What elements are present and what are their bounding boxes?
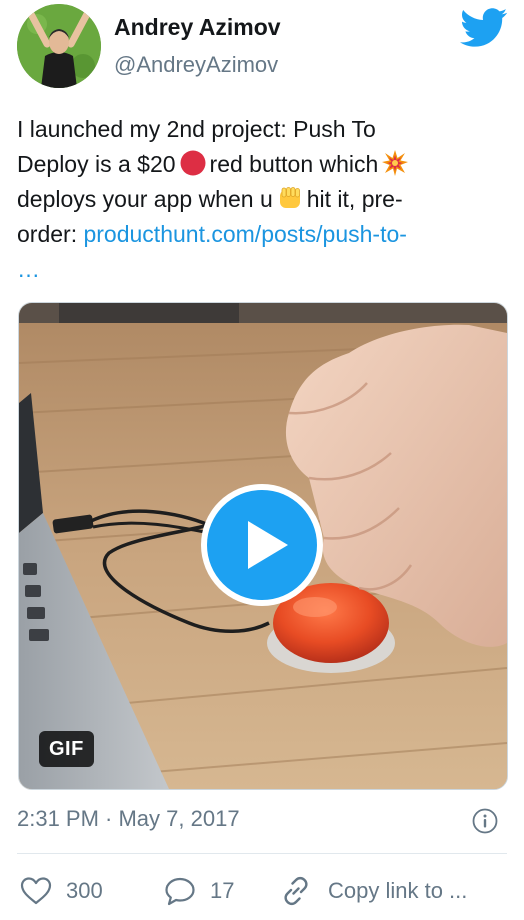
tweet-line: Deploy is a $20 red button which bbox=[17, 147, 509, 182]
info-icon[interactable] bbox=[472, 808, 498, 834]
like-button[interactable]: 300 bbox=[20, 873, 103, 909]
tweet-line-text: hit it, pre- bbox=[306, 186, 403, 212]
link-icon bbox=[284, 876, 308, 906]
avatar[interactable] bbox=[17, 4, 101, 88]
tweet-line-text: red button which bbox=[209, 151, 379, 177]
fist-emoji bbox=[279, 187, 300, 208]
red-circle-emoji bbox=[180, 150, 206, 176]
collision-emoji bbox=[382, 150, 409, 176]
tweet-line-text: Deploy is a $20 bbox=[17, 151, 176, 177]
tweet-text: I launched my 2nd project: Push To Deplo… bbox=[17, 112, 509, 287]
heart-icon bbox=[20, 877, 52, 905]
tweet-line: order: producthunt.com/posts/push-to- bbox=[17, 217, 509, 252]
tweet-line: deploys your app when u hit it, pre- bbox=[17, 182, 509, 217]
copy-link-button[interactable]: Copy link to ... bbox=[280, 873, 467, 909]
reply-button[interactable]: 17 bbox=[164, 873, 234, 909]
tweet-timestamp[interactable]: 2:31 PM · May 7, 2017 bbox=[17, 806, 240, 832]
twitter-bird-icon[interactable] bbox=[460, 8, 508, 48]
play-button[interactable] bbox=[201, 484, 323, 606]
author-handle[interactable]: @AndreyAzimov bbox=[114, 52, 278, 78]
gif-media[interactable]: GIF bbox=[18, 302, 508, 790]
like-count: 300 bbox=[66, 878, 103, 903]
gif-badge: GIF bbox=[39, 731, 94, 767]
tweet-line-text: deploys your app when u bbox=[17, 186, 273, 212]
tweet-card: Andrey Azimov @AndreyAzimov I launched m… bbox=[0, 0, 524, 920]
tweet-line: I launched my 2nd project: Push To bbox=[17, 116, 376, 142]
reply-count: 17 bbox=[210, 878, 235, 903]
copy-link-label: Copy link to ... bbox=[328, 878, 468, 903]
divider bbox=[17, 853, 507, 854]
tweet-line-text: order: bbox=[17, 221, 78, 247]
play-icon bbox=[248, 521, 288, 569]
author-name[interactable]: Andrey Azimov bbox=[114, 14, 281, 41]
reply-icon bbox=[165, 877, 195, 906]
tweet-link-ellipsis[interactable]: … bbox=[17, 252, 509, 287]
tweet-link[interactable]: producthunt.com/posts/push-to- bbox=[83, 221, 406, 247]
avatar-photo bbox=[17, 4, 101, 88]
